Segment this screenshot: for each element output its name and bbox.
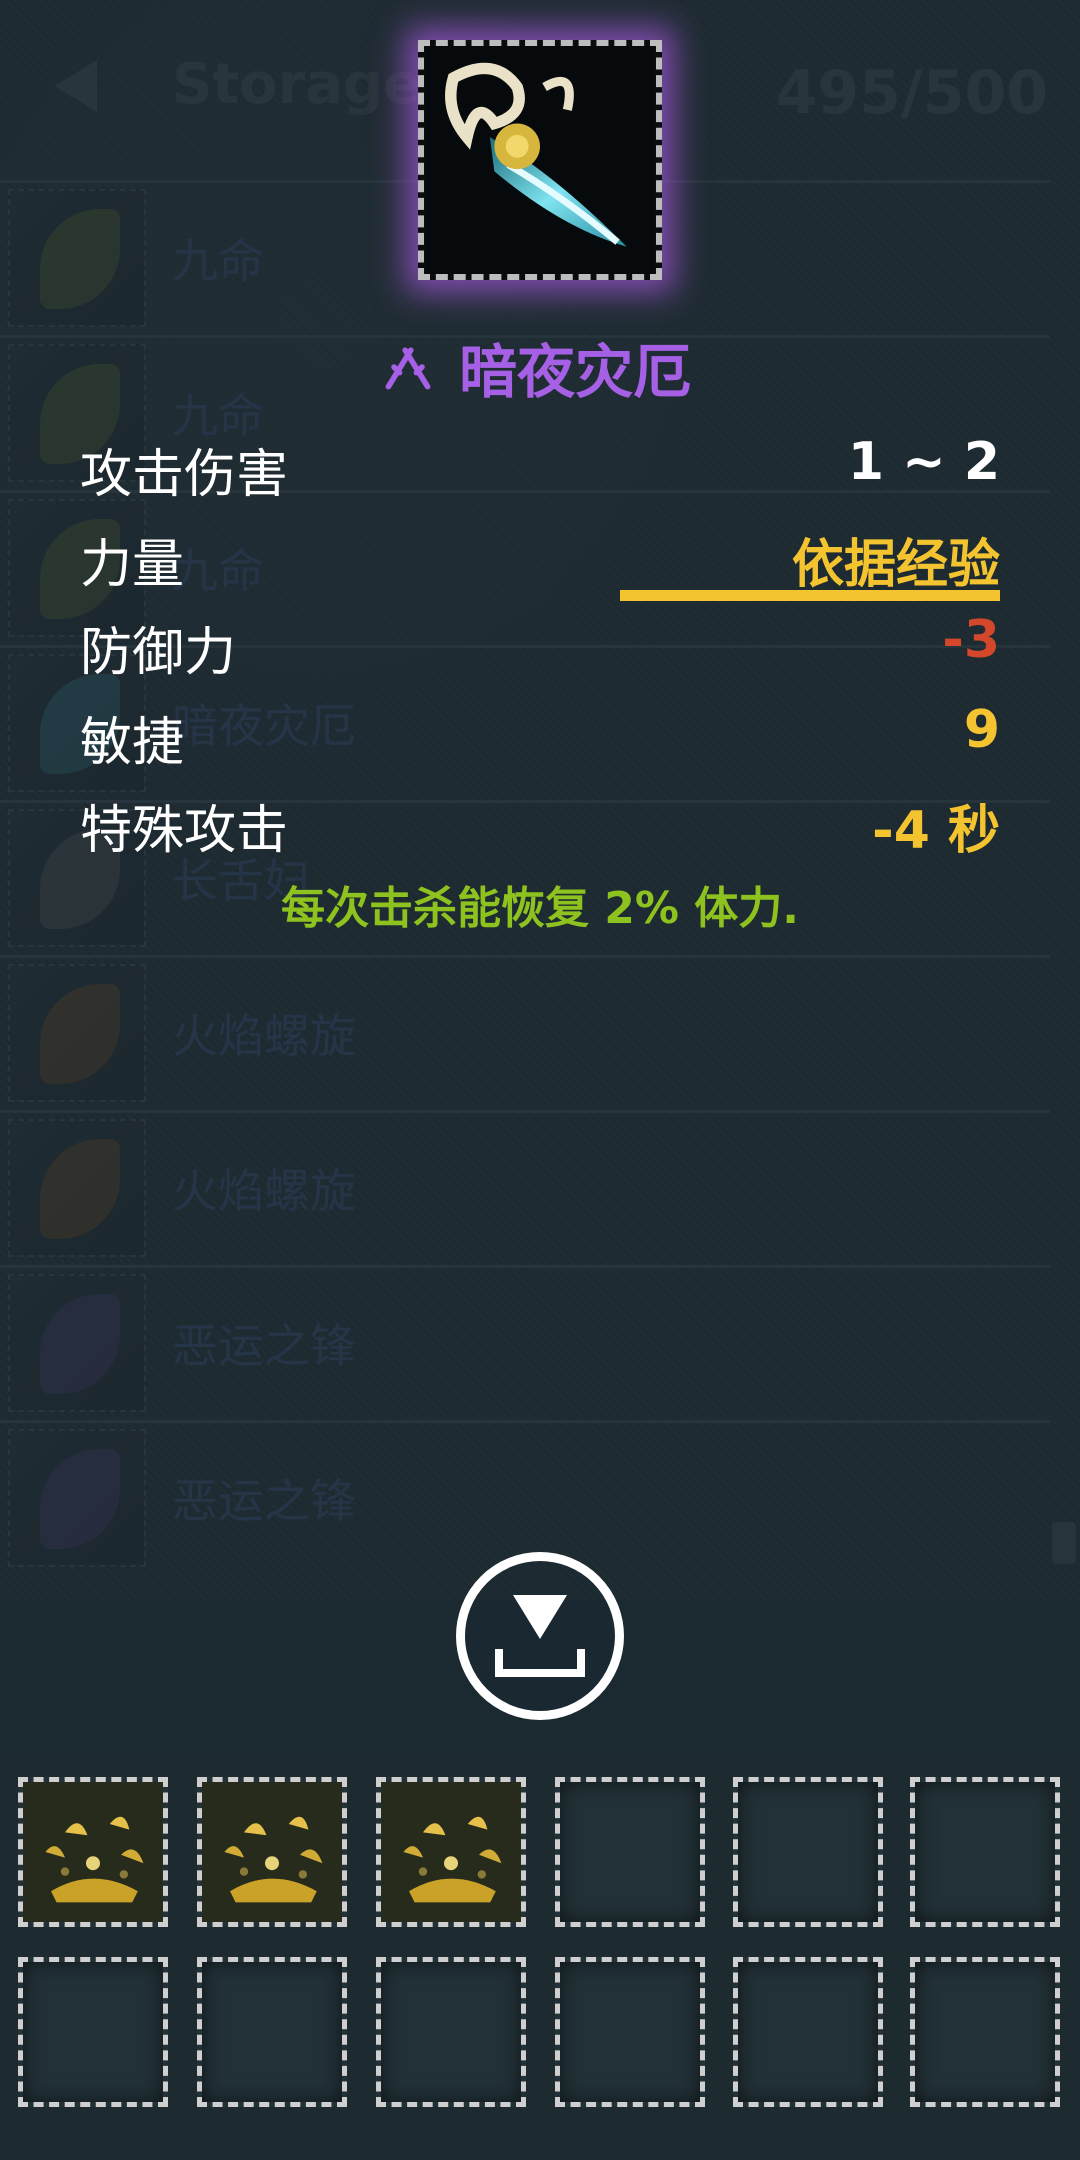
gold-pile-icon (202, 1782, 342, 1922)
gold-pile-icon (381, 1782, 521, 1922)
item-effect-description: 每次击杀能恢复 2% 体力. (280, 883, 800, 934)
inventory-slot[interactable] (733, 1957, 883, 2107)
stat-special-attack: 特殊攻击 -4 秒 (80, 788, 1000, 861)
item-portrait (418, 40, 662, 280)
stat-value: 依据经验 (791, 535, 1000, 595)
inventory-slot[interactable] (555, 1777, 705, 1927)
stat-agility: 敏捷 9 (80, 700, 1000, 773)
strength-underline (620, 590, 1000, 601)
inventory-slot[interactable] (555, 1957, 705, 2107)
inventory-slot[interactable] (18, 1777, 168, 1927)
stat-value: -3 (942, 610, 1000, 670)
inventory-slot[interactable] (910, 1957, 1060, 2107)
inventory-slot[interactable] (376, 1777, 526, 1927)
gold-pile-icon (23, 1782, 163, 1922)
inventory-slot[interactable] (910, 1777, 1060, 1927)
inventory-slot[interactable] (733, 1777, 883, 1927)
stat-strength: 力量 依据经验 (80, 522, 1000, 595)
stat-value: 1 ~ 2 (847, 432, 1000, 492)
inventory-panel (0, 1752, 1080, 2160)
download-icon (513, 1595, 567, 1639)
stat-label: 特殊攻击 (80, 801, 289, 861)
stat-label: 防御力 (80, 623, 237, 683)
item-title-row: 暗夜灾厄 (380, 325, 691, 406)
crossed-swords-icon (385, 347, 431, 390)
dagger-icon (426, 46, 654, 274)
download-tray-icon (495, 1649, 585, 1677)
stat-value: -4 秒 (872, 801, 1000, 861)
stat-defense: 防御力 -3 (80, 610, 1000, 683)
stat-attack-damage: 攻击伤害 1 ~ 2 (80, 432, 1000, 505)
inventory-slot[interactable] (18, 1957, 168, 2107)
inventory-slot[interactable] (197, 1957, 347, 2107)
item-title: 暗夜灾厄 (459, 338, 692, 406)
download-button[interactable] (456, 1552, 624, 1720)
stat-label: 攻击伤害 (80, 445, 289, 505)
stat-label: 力量 (80, 535, 185, 595)
stat-label: 敏捷 (80, 713, 185, 773)
stat-value: 9 (963, 700, 1000, 760)
inventory-slot[interactable] (197, 1777, 347, 1927)
inventory-slot[interactable] (376, 1957, 526, 2107)
